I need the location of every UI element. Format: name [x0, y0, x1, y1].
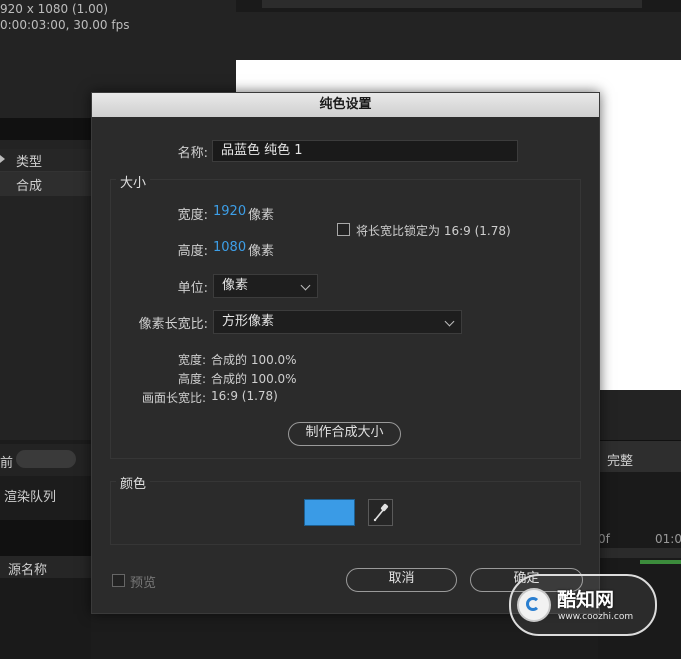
left-tab-label[interactable]: 前 [0, 452, 13, 471]
make-comp-size-button[interactable]: 制作合成大小 [288, 422, 401, 446]
size-group-title: 大小 [116, 172, 151, 191]
composition-duration: 0:00:03:00, 30.00 fps [0, 18, 130, 32]
bottom-divider [0, 520, 91, 556]
watermark-brand: 酷知网 [557, 589, 615, 611]
left-tab-slider[interactable] [16, 450, 76, 468]
chevron-down-icon [300, 280, 311, 291]
width-value[interactable]: 1920 [213, 204, 246, 219]
units-select[interactable]: 像素 [213, 274, 318, 298]
watermark-badge: 酷知网 www.coozhi.com [509, 574, 657, 636]
row-selection-bar [0, 172, 91, 196]
info-height-label: 高度: [177, 372, 206, 386]
source-name-column[interactable]: 源名称 [8, 559, 47, 578]
composition-resolution: 920 x 1080 (1.00) [0, 2, 109, 16]
eyedropper-button[interactable] [368, 499, 393, 526]
render-queue-tab[interactable]: 渲染队列 [4, 486, 56, 505]
units-select-value: 像素 [222, 278, 249, 293]
units-label: 单位: [177, 281, 208, 296]
column-header [0, 149, 91, 172]
column-type[interactable]: 类型 [16, 151, 42, 170]
column-arrow-icon [0, 155, 5, 163]
resolution-quality-select[interactable]: 完整 [607, 450, 633, 469]
timeline-layers [0, 578, 91, 659]
name-input[interactable]: 品蓝色 纯色 1 [212, 140, 518, 162]
timeline-work-area-bar [640, 560, 681, 564]
watermark-logo-icon [517, 588, 551, 622]
width-unit: 像素 [248, 208, 275, 223]
width-label: 宽度: [177, 208, 208, 223]
viewer-bottom-panel [598, 390, 681, 440]
dialog-title: 纯色设置 [92, 93, 599, 117]
chevron-down-icon [444, 316, 455, 327]
row-composition-type[interactable]: 合成 [16, 175, 42, 194]
lock-aspect-label[interactable]: 将长宽比锁定为 16:9 (1.78) [356, 222, 511, 239]
watermark-logo-mark [526, 597, 540, 611]
lock-aspect-checkbox[interactable] [337, 223, 350, 236]
solid-settings-dialog: 纯色设置 名称: 品蓝色 纯色 1 大小 宽度: 1920 像素 高度: 108… [91, 92, 600, 614]
info-width-label: 宽度: [177, 353, 206, 367]
preview-checkbox[interactable] [112, 574, 125, 587]
timeline-tick-01: 01:0 [655, 532, 681, 546]
info-width-value: 合成的 100.0% [211, 353, 297, 367]
color-swatch[interactable] [304, 499, 355, 526]
info-frame-aspect-label: 画面长宽比: [141, 391, 206, 405]
timeline-ruler [598, 548, 681, 558]
viewer-header [236, 12, 681, 60]
name-label: 名称: [177, 146, 208, 161]
info-frame-aspect-value: 16:9 (1.78) [211, 389, 278, 403]
preview-label[interactable]: 预览 [130, 572, 156, 591]
eyedropper-icon [373, 503, 389, 522]
cancel-button[interactable]: 取消 [346, 568, 457, 592]
panel-divider [0, 118, 91, 140]
pixel-aspect-label: 像素长宽比: [138, 317, 208, 332]
watermark-url: www.coozhi.com [558, 612, 634, 622]
info-height-value: 合成的 100.0% [211, 372, 297, 386]
pixel-aspect-select-value: 方形像素 [222, 314, 275, 329]
height-unit: 像素 [248, 244, 275, 259]
color-group-title: 颜色 [116, 473, 151, 492]
pixel-aspect-select[interactable]: 方形像素 [213, 310, 462, 334]
viewer-toolbar [262, 0, 642, 8]
height-value[interactable]: 1080 [213, 240, 246, 255]
height-label: 高度: [177, 244, 208, 259]
